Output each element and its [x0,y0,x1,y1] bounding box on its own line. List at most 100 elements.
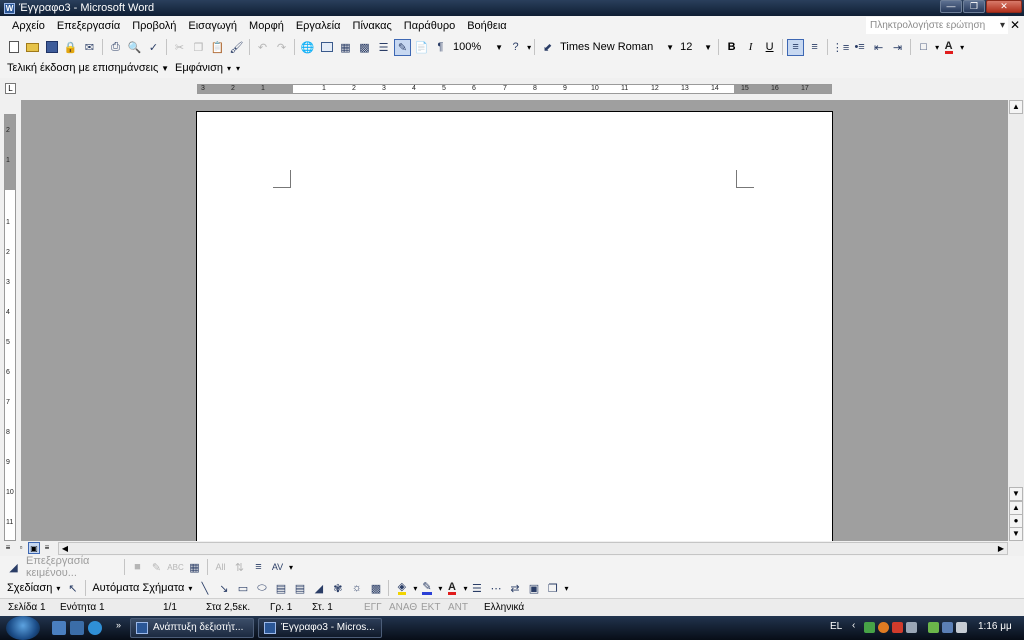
tray-connection-icon[interactable] [942,622,953,633]
redo-icon[interactable]: ↷ [273,39,290,56]
outline-view-icon[interactable]: ≡ [41,542,53,554]
menu-tools[interactable]: Εργαλεία [290,17,347,35]
menu-format[interactable]: Μορφή [243,17,290,35]
tray-expand-icon[interactable]: ‹ [852,620,855,631]
line-icon[interactable]: ╲ [196,580,213,597]
status-record[interactable]: ΕΓΓ [364,602,382,613]
menu-view[interactable]: Προβολή [126,17,182,35]
restore-button[interactable]: ❐ [963,0,985,13]
toolbar-options-icon[interactable]: ▾ [564,584,568,593]
status-overtype[interactable]: ΑΝΤ [448,602,468,613]
chevron-down-icon[interactable]: ▼ [666,43,674,52]
increase-indent-icon[interactable]: ⇥ [889,39,906,56]
tray-network-icon[interactable] [864,622,875,633]
vertical-text-box-icon[interactable]: ▤ [291,580,308,597]
font-color-icon[interactable]: A [940,39,957,56]
status-extend[interactable]: ΕΚΤ [421,602,440,613]
clip-art-icon[interactable]: ☼ [348,580,365,597]
tray-update-icon[interactable] [928,622,939,633]
chevron-down-icon[interactable]: ▾ [1000,18,1005,33]
paste-icon[interactable]: 📋 [209,39,226,56]
taskbar-item-document-1[interactable]: Ανάπτυξη δεξιοτήτ... [130,618,254,638]
start-orb-icon[interactable] [6,616,40,640]
tray-alert-icon[interactable] [892,622,903,633]
tray-volume-icon[interactable] [956,622,967,633]
fill-color-icon[interactable]: ◈ [393,580,410,597]
columns-icon[interactable]: ☰ [375,39,392,56]
document-map-icon[interactable]: 📄 [413,39,430,56]
drawing-icon[interactable]: ✎ [394,38,411,56]
document-page[interactable] [196,111,833,541]
chevron-down-icon[interactable]: ▾ [463,584,467,593]
next-page-icon[interactable]: ▼ [1009,527,1023,541]
horizontal-scrollbar[interactable]: ◀ ▶ [58,542,1008,555]
tray-device-icon[interactable] [906,622,917,633]
taskbar-item-document-2[interactable]: Έγγραφο3 - Micros... [258,618,382,638]
line-color-icon[interactable]: ✎ [418,580,435,597]
dash-style-icon[interactable]: ⋯ [487,580,504,597]
tables-borders-icon[interactable] [318,39,335,56]
scroll-up-icon[interactable]: ▲ [1009,100,1023,114]
toolbar-options-icon[interactable]: ▾ [236,64,240,73]
menu-edit[interactable]: Επεξεργασία [51,17,126,35]
word-app-icon[interactable]: W [4,2,15,14]
chevron-down-icon[interactable]: ▾ [413,584,417,593]
show-hide-icon[interactable]: ¶ [432,39,449,56]
vertical-scrollbar[interactable]: ▲ ▼ ▲ ● ▼ [1008,100,1024,541]
print-preview-icon[interactable]: 🔍 [126,39,143,56]
shadow-style-icon[interactable]: ▣ [525,580,542,597]
spelling-icon[interactable]: ✓ [145,39,162,56]
scroll-down-icon[interactable]: ▼ [1009,487,1023,501]
close-button[interactable]: ✕ [986,0,1022,13]
rectangle-icon[interactable]: ▭ [234,580,251,597]
insert-table-icon[interactable]: ▦ [337,39,354,56]
chevron-down-icon[interactable]: ▾ [227,64,231,73]
new-document-icon[interactable] [5,39,22,56]
minimize-button[interactable]: — [940,0,962,13]
borders-icon[interactable]: □ [915,39,932,56]
all-caps-icon[interactable]: All [212,559,229,576]
taskbar-clock[interactable]: 1:16 μμ [978,621,1012,632]
draw-menu-button[interactable]: Σχεδίαση ▾ [4,580,63,597]
insert-picture-icon[interactable]: ▦ [186,559,203,576]
chevron-down-icon[interactable]: ▾ [56,584,60,593]
text-box-icon[interactable]: ▤ [272,580,289,597]
show-desktop-icon[interactable] [52,621,66,635]
horizontal-ruler[interactable]: 3 2 1 1 2 3 4 5 6 7 8 9 10 11 12 13 14 1… [197,84,832,94]
tab-selector-icon[interactable]: L [5,83,16,94]
styles-formatting-icon[interactable]: ⬋ [539,39,556,56]
menu-help[interactable]: Βοήθεια [461,17,512,35]
normal-view-icon[interactable]: ≡ [2,542,14,554]
italic-icon[interactable]: I [742,39,759,56]
scroll-left-icon[interactable]: ◀ [59,543,71,554]
align-left-icon[interactable]: ≡ [787,38,805,56]
align-center-icon[interactable]: ≡ [806,39,823,56]
arrow-style-icon[interactable]: ⇄ [506,580,523,597]
break-link-icon[interactable]: ✎ [148,559,165,576]
font-select[interactable]: Times New Roman ▼ [557,39,677,56]
email-icon[interactable]: ✉ [81,39,98,56]
quick-launch-more-icon[interactable]: » [116,620,121,630]
status-track-changes[interactable]: ΑΝΑΘ [389,602,417,613]
chevron-down-icon[interactable]: ▾ [960,43,964,52]
spell-text-icon[interactable]: ABC [167,559,184,576]
tray-security-icon[interactable] [878,622,889,633]
edit-text-field[interactable]: Επεξεργασία κειμένου... [23,555,121,579]
previous-page-icon[interactable]: ▲ [1009,501,1023,515]
select-objects-icon[interactable]: ↖ [64,580,81,597]
switch-windows-icon[interactable] [70,621,84,635]
decrease-indent-icon[interactable]: ⇤ [870,39,887,56]
oval-icon[interactable]: ⬭ [253,580,270,597]
chevron-down-icon[interactable]: ▼ [495,43,503,52]
cut-icon[interactable]: ✂ [171,39,188,56]
scroll-right-icon[interactable]: ▶ [995,543,1007,554]
bullets-icon[interactable]: •≡ [851,39,868,56]
open-folder-icon[interactable] [24,39,41,56]
print-icon[interactable]: ⎙ [107,39,124,56]
format-painter-icon[interactable]: 🖌 [228,39,245,56]
save-icon[interactable] [43,39,60,56]
menu-file[interactable]: Αρχείο [6,17,51,35]
menu-insert[interactable]: Εισαγωγή [182,17,243,35]
chevron-down-icon[interactable]: ▾ [188,584,192,593]
diagram-icon[interactable]: ✾ [329,580,346,597]
